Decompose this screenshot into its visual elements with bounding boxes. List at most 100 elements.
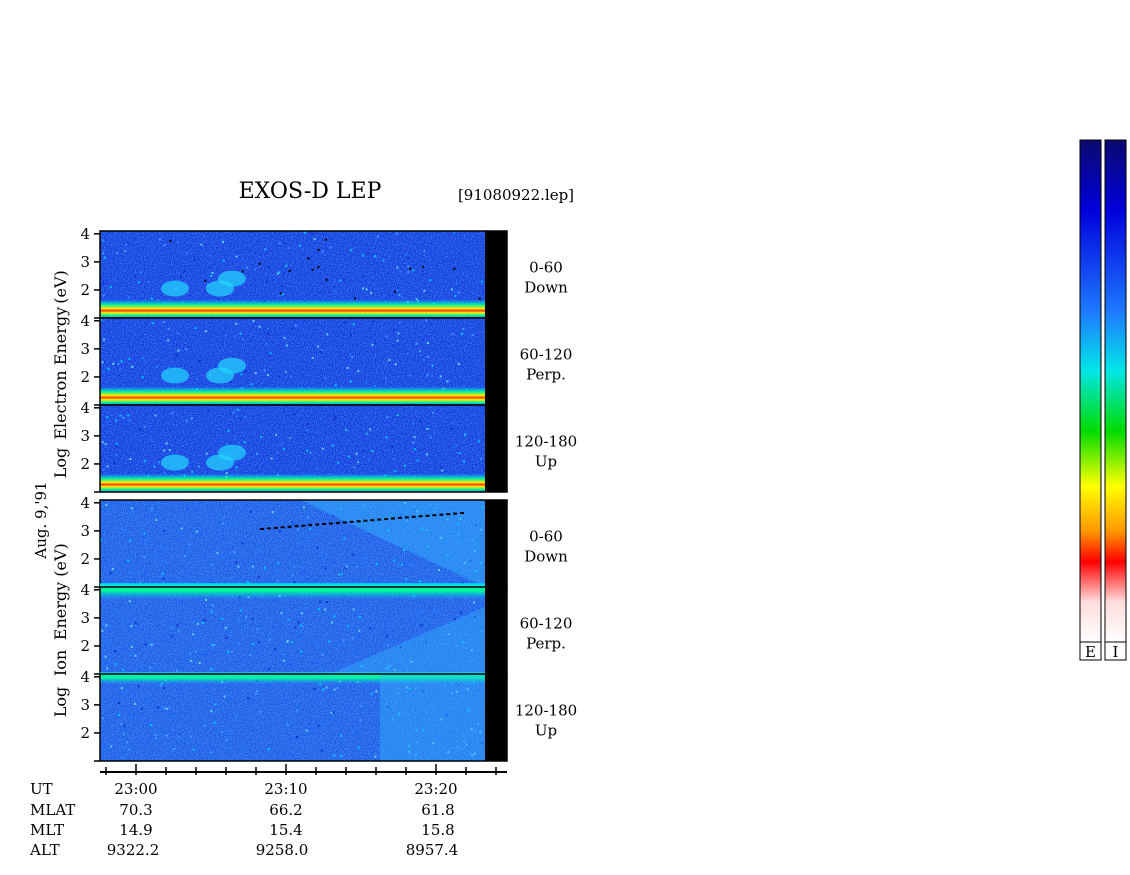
panel-speckle [399, 270, 402, 273]
panel-speckle [268, 638, 271, 641]
panel-speckle [480, 457, 483, 460]
panel-speckle [141, 376, 144, 379]
ion-dark-trace [329, 522, 333, 525]
panel-speckle [180, 688, 183, 691]
panel-speckle [313, 533, 316, 536]
panel-angle-label: 0-60 [529, 259, 563, 277]
panel-speckle [427, 342, 429, 344]
electron-ylabel: Log Electron Energy (eV) [51, 270, 70, 478]
panel-speckle [135, 562, 137, 565]
spectrogram-panels: 4 3 2 0-60 Down 4 3 2 60-120 Perp. 4 3 2 120-180 Up 4 3 2… [80, 225, 577, 762]
panel-speckle [228, 694, 231, 697]
panel-speckle [252, 642, 255, 645]
panel-speckle [241, 270, 244, 273]
panel-speckle [237, 619, 240, 621]
y-tick-label: 2 [80, 637, 90, 655]
panel-speckle [386, 416, 389, 419]
panel-speckle [278, 294, 281, 297]
panel-speckle [157, 706, 160, 709]
panel-speckle [351, 617, 354, 620]
ion-dark-trace [404, 516, 409, 519]
ion-dark-trace [349, 520, 354, 523]
panel-speckle [365, 381, 368, 384]
panel-speckle [456, 238, 459, 241]
panel-speckle [275, 433, 278, 436]
panel-speckle [206, 322, 209, 325]
panel-speckle [161, 572, 164, 575]
panel-speckle [254, 372, 257, 375]
panel-speckle [357, 746, 360, 749]
ut-value: 23:10 [264, 780, 307, 798]
ion-dark-trace [287, 525, 292, 528]
panel-speckle [203, 724, 206, 727]
colorbar-e: E [1079, 139, 1102, 661]
y-tick-label: 2 [80, 281, 90, 299]
panel-speckle [382, 259, 385, 262]
panel-speckle [130, 625, 133, 628]
panel-speckle [405, 578, 408, 581]
panel-speckle [329, 246, 332, 249]
panel-speckle [300, 612, 303, 615]
panel-speckle [351, 729, 354, 732]
panel-speckle [204, 685, 207, 688]
panel-speckle [122, 668, 125, 671]
panel-speckle [386, 635, 389, 638]
panel-speckle [222, 240, 224, 243]
panel-speckle [450, 427, 453, 430]
panel-speckle [389, 373, 392, 376]
ion-dark-trace [260, 528, 264, 530]
panel-speckle [110, 745, 113, 748]
panel-speckle [438, 569, 440, 572]
panel-speckle [330, 318, 333, 321]
panel-speckle [189, 652, 192, 655]
panel-speckle [306, 428, 309, 431]
panel-speckle [351, 553, 354, 556]
panel-speckle [333, 418, 336, 421]
panel-speckle [191, 470, 194, 473]
panel-speckle [412, 441, 415, 444]
panel-speckle [347, 628, 350, 631]
panel-speckle [194, 327, 197, 330]
electron-blob [161, 367, 189, 384]
panel-speckle [265, 280, 268, 283]
panel-speckle [144, 538, 147, 541]
panel-speckle [211, 444, 214, 447]
panel-speckle [357, 579, 360, 582]
panel-speckle [149, 723, 152, 726]
panel-speckle [356, 600, 358, 603]
panel-speckle [214, 703, 217, 706]
panel-speckle [271, 511, 274, 514]
panel-speckle [457, 291, 460, 294]
panel-speckle [119, 368, 122, 371]
panel-speckle [130, 558, 133, 561]
panel-speckle [194, 650, 197, 653]
panel-speckle [172, 748, 175, 751]
ion-dark-trace [460, 512, 464, 514]
panel-speckle [192, 748, 195, 751]
panel-speckle [477, 440, 480, 443]
ion-dark-trace [273, 526, 278, 529]
panel-speckle [457, 363, 460, 365]
panel-speckle [250, 698, 253, 700]
panel-speckle [280, 612, 283, 615]
panel-speckle [109, 572, 112, 575]
panel-speckle [219, 412, 222, 415]
panel-speckle [313, 238, 316, 241]
colorbar-i-gradient [1104, 139, 1127, 643]
panel-speckle [132, 511, 135, 514]
panel-speckle [334, 384, 337, 387]
panel-speckle [283, 754, 286, 757]
panel-speckle [319, 600, 322, 603]
panel-speckle [185, 348, 188, 351]
panel-speckle [267, 373, 269, 376]
panel-speckle [374, 755, 377, 758]
panel-speckle [239, 418, 242, 420]
ut-value: 23:20 [414, 780, 457, 798]
alt-value: 8957.4 [406, 841, 459, 859]
panel-speckle [342, 639, 345, 642]
ion-dark-trace [315, 523, 320, 526]
panel-speckle [418, 350, 421, 353]
panel-speckle [426, 428, 429, 430]
panel-speckle [285, 263, 288, 266]
panel-speckle [204, 653, 207, 656]
